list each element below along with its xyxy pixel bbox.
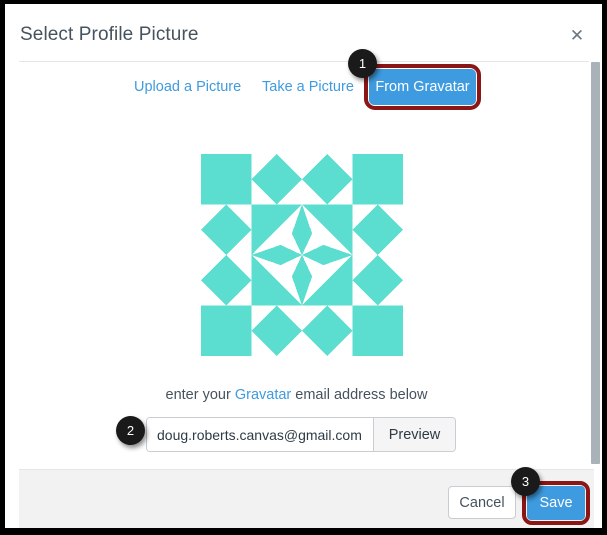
- tab-from-gravatar-wrapper: From Gravatar: [364, 64, 481, 110]
- callout-badge-1: 1: [348, 49, 377, 78]
- helper-suffix: email address below: [291, 387, 428, 403]
- select-profile-picture-dialog: Select Profile Picture ✕ Upload a Pictur…: [5, 4, 602, 528]
- page-title: Select Profile Picture: [20, 24, 199, 45]
- screenshot-root: Select Profile Picture ✕ Upload a Pictur…: [0, 0, 607, 535]
- cancel-button[interactable]: Cancel: [448, 486, 516, 519]
- close-icon[interactable]: ✕: [566, 24, 588, 46]
- callout-badge-2: 2: [116, 416, 145, 445]
- gravatar-email-group: Preview: [146, 417, 456, 452]
- preview-button[interactable]: Preview: [373, 418, 455, 451]
- tab-take-a-picture[interactable]: Take a Picture: [262, 76, 354, 98]
- dialog-footer: Cancel Save: [19, 470, 594, 528]
- gravatar-link[interactable]: Gravatar: [235, 387, 291, 403]
- gravatar-helper-text: enter your Gravatar email address below: [5, 387, 588, 403]
- gravatar-email-input[interactable]: [147, 418, 373, 451]
- callout-badge-3: 3: [511, 467, 540, 496]
- scrollbar-thumb[interactable]: [591, 62, 600, 464]
- tab-from-gravatar[interactable]: From Gravatar: [369, 69, 476, 105]
- header-divider: [19, 61, 594, 62]
- helper-prefix: enter your: [165, 387, 235, 403]
- identicon-graphic: [201, 154, 403, 356]
- picture-source-tabs: Upload a Picture Take a Picture From Gra…: [5, 64, 588, 112]
- tab-upload-a-picture[interactable]: Upload a Picture: [134, 76, 241, 98]
- dialog-header: Select Profile Picture ✕: [5, 4, 602, 61]
- gravatar-identicon-preview: [201, 154, 403, 356]
